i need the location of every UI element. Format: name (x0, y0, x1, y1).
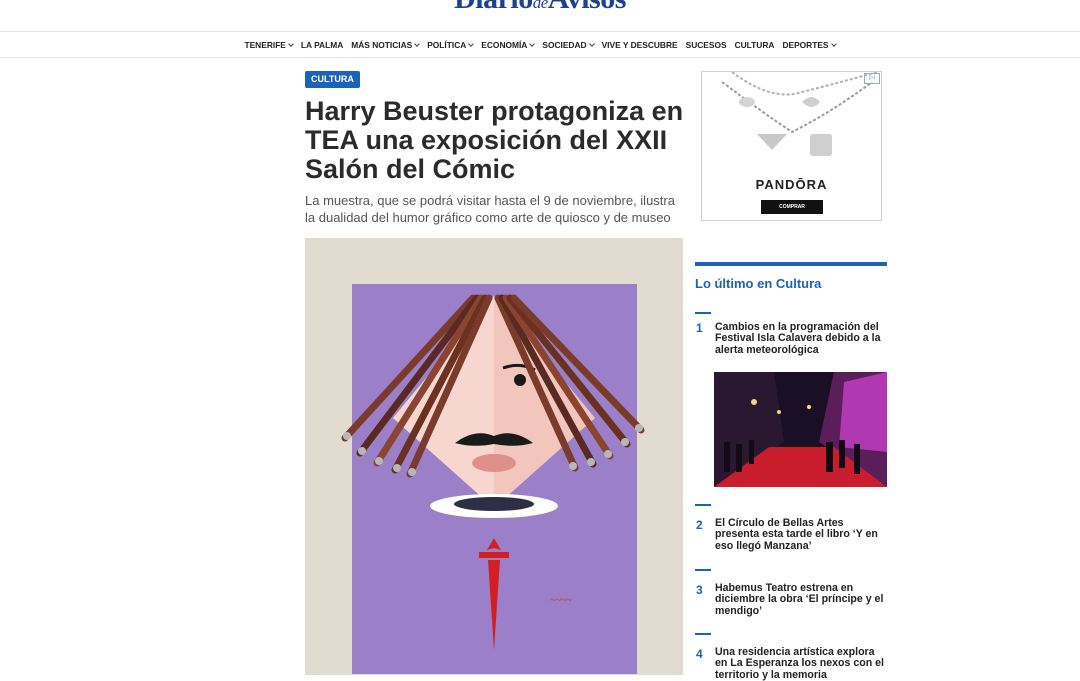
article-main-image: ~~~~ (305, 238, 683, 675)
sidebar-item-title[interactable]: Habemus Teatro estrena en diciembre la o… (715, 582, 889, 617)
nav-label: SUCESOS (685, 40, 727, 50)
sidebar-item-divider (695, 633, 711, 635)
chevron-down-icon (529, 41, 536, 47)
sidebar-item-title[interactable]: Una residencia artística explora en La E… (715, 646, 889, 681)
sidebar-accent-bar (695, 262, 887, 266)
nav-item-cultura[interactable]: CULTURA (735, 40, 775, 50)
sidebar-item-number: 2 (696, 518, 703, 532)
logo-text-avisos: Avisos (548, 0, 627, 15)
sidebar-item-title[interactable]: Cambios en la programación del Festival … (715, 321, 889, 356)
main-nav: TENERIFE LA PALMA MÁS NOTICIAS POLÍTICA … (0, 33, 1080, 57)
advertisement[interactable]: ▷i PANDŌRA COMPRAR (701, 71, 882, 221)
article-subtitle: La muestra, que se podrá visitar hasta e… (305, 193, 675, 225)
nav-item-politica[interactable]: POLÍTICA (427, 40, 475, 50)
sidebar-news-image[interactable] (714, 372, 887, 487)
nav-label: LA PALMA (300, 40, 344, 50)
chevron-down-icon (468, 41, 475, 47)
caricature-painting: ~~~~ (305, 238, 683, 675)
nav-item-la-palma[interactable]: LA PALMA (301, 40, 343, 50)
sidebar-item-divider (695, 569, 711, 571)
sidebar-item-number: 4 (696, 647, 703, 661)
nav-label: POLÍTICA (427, 40, 467, 50)
festival-street-photo (714, 372, 887, 487)
chevron-down-icon (588, 41, 595, 47)
logo-text-diario: Diario (454, 0, 533, 15)
sidebar-item-divider (695, 504, 711, 506)
sidebar-item-number: 1 (696, 321, 703, 335)
chevron-down-icon (288, 41, 294, 47)
logo-text-de: de (532, 0, 549, 12)
ad-shop-button[interactable]: COMPRAR (761, 200, 823, 214)
chevron-down-icon (830, 41, 837, 47)
nav-item-economia[interactable]: ECONOMÍA (481, 40, 536, 50)
nav-item-sucesos[interactable]: SUCESOS (686, 40, 727, 50)
nav-item-sociedad[interactable]: SOCIEDAD (542, 40, 595, 50)
sidebar-item-title[interactable]: El Círculo de Bellas Artes presenta esta… (715, 517, 889, 552)
header-divider-top (0, 31, 1080, 32)
nav-label: CULTURA (734, 40, 775, 50)
category-tag[interactable]: CULTURA (305, 71, 360, 88)
nav-item-deportes[interactable]: DEPORTES (782, 40, 837, 50)
sidebar-item-number: 3 (696, 583, 703, 597)
nav-item-mas-noticias[interactable]: MÁS NOTICIAS (351, 40, 421, 50)
article-headline: Harry Beuster protagoniza en TEA una exp… (305, 96, 684, 184)
nav-divider-bottom (0, 57, 1080, 58)
chevron-down-icon (414, 41, 421, 47)
ad-jewelry-image (721, 72, 878, 156)
site-logo[interactable]: DiariodeAvisos (0, 0, 1080, 16)
ad-brand-name: PANDŌRA (755, 177, 828, 192)
nav-label: VIVE Y DESCUBRE (601, 40, 678, 50)
nav-item-tenerife[interactable]: TENERIFE (244, 40, 294, 50)
nav-label: ECONOMÍA (481, 40, 528, 50)
svg-text:~~~~: ~~~~ (550, 595, 572, 606)
sidebar-title[interactable]: Lo último en Cultura (695, 276, 821, 291)
nav-label: DEPORTES (782, 40, 829, 50)
nav-label: SOCIEDAD (542, 40, 587, 50)
nav-label: TENERIFE (244, 40, 286, 50)
nav-item-vive-y-descubre[interactable]: VIVE Y DESCUBRE (602, 40, 678, 50)
sidebar-item-divider (695, 312, 711, 314)
nav-label: MÁS NOTICIAS (351, 40, 413, 50)
